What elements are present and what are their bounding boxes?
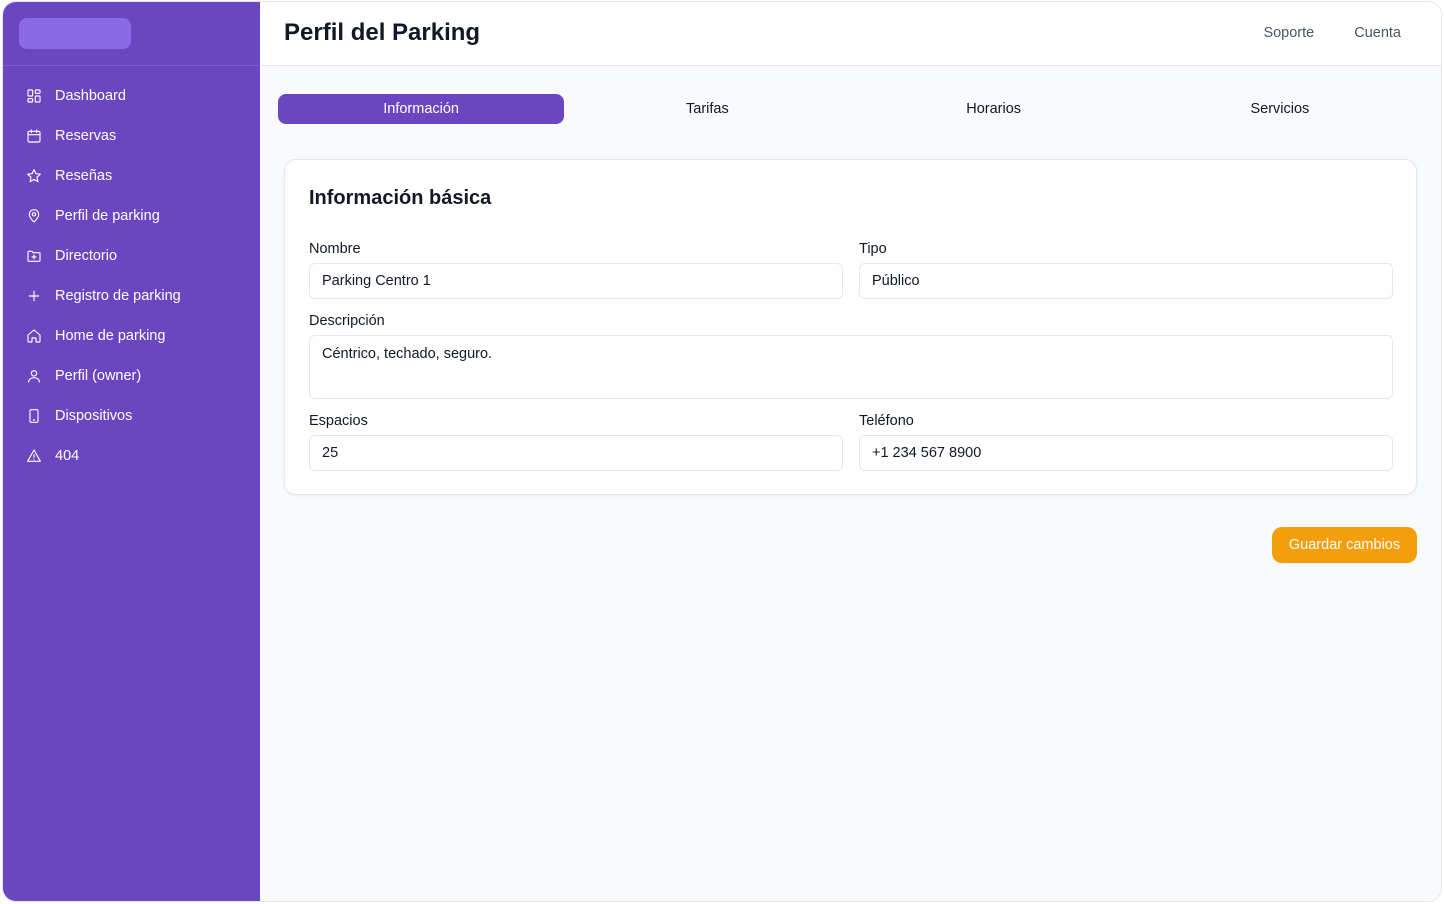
- tab-horarios[interactable]: Horarios: [851, 94, 1137, 124]
- sidebar-nav: Dashboard Reservas Reseñas Perfil de par…: [3, 66, 260, 476]
- card-title: Información básica: [309, 187, 492, 209]
- descripcion-label: Descripción: [309, 313, 385, 329]
- sidebar-item-dispositivos[interactable]: Dispositivos: [3, 396, 260, 436]
- sidebar-item-label: Directorio: [55, 248, 118, 264]
- sidebar-item-resenas[interactable]: Reseñas: [3, 156, 260, 196]
- home-icon: [25, 327, 43, 345]
- device-icon: [25, 407, 43, 425]
- espacios-input[interactable]: [309, 435, 843, 471]
- sidebar-brand: [3, 2, 260, 66]
- telefono-input[interactable]: [859, 435, 1393, 471]
- sidebar-item-perfil-parking[interactable]: Perfil de parking: [3, 196, 260, 236]
- sidebar-item-reservas[interactable]: Reservas: [3, 116, 260, 156]
- sidebar-item-label: 404: [55, 448, 80, 464]
- sidebar-item-label: Reservas: [55, 128, 117, 144]
- descripcion-textarea[interactable]: Céntrico, techado, seguro.: [309, 335, 1393, 399]
- sidebar-item-registro-parking[interactable]: Registro de parking: [3, 276, 260, 316]
- sidebar-item-dashboard[interactable]: Dashboard: [3, 76, 260, 116]
- sidebar-item-label: Perfil (owner): [55, 368, 142, 384]
- sidebar-item-404[interactable]: 404: [3, 436, 260, 476]
- espacios-label: Espacios: [309, 413, 368, 429]
- sidebar-item-label: Reseñas: [55, 168, 113, 184]
- tipo-label: Tipo: [859, 241, 887, 257]
- save-changes-button[interactable]: Guardar cambios: [1272, 527, 1417, 563]
- warning-icon: [25, 447, 43, 465]
- account-link[interactable]: Cuenta: [1354, 25, 1401, 41]
- sidebar-item-label: Dispositivos: [55, 408, 133, 424]
- user-icon: [25, 367, 43, 385]
- top-header: Perfil del Parking Soporte Cuenta: [260, 2, 1441, 66]
- map-pin-icon: [25, 207, 43, 225]
- telefono-label: Teléfono: [859, 413, 914, 429]
- dashboard-grid-icon: [25, 87, 43, 105]
- nombre-input[interactable]: [309, 263, 843, 299]
- sidebar-item-label: Dashboard: [55, 88, 126, 104]
- support-link[interactable]: Soporte: [1263, 25, 1314, 41]
- folder-plus-icon: [25, 247, 43, 265]
- tipo-input[interactable]: [859, 263, 1393, 299]
- sidebar-item-home-parking[interactable]: Home de parking: [3, 316, 260, 356]
- calendar-icon: [25, 127, 43, 145]
- tab-tarifas[interactable]: Tarifas: [564, 94, 850, 124]
- nombre-label: Nombre: [309, 241, 361, 257]
- profile-tabs: Información Tarifas Horarios Servicios: [278, 94, 1423, 124]
- sidebar-item-perfil-owner[interactable]: Perfil (owner): [3, 356, 260, 396]
- header-links: Soporte Cuenta: [1263, 25, 1401, 41]
- sidebar-item-label: Registro de parking: [55, 288, 181, 304]
- logo[interactable]: [19, 18, 131, 49]
- sidebar-item-label: Perfil de parking: [55, 208, 160, 224]
- app-window: Dashboard Reservas Reseñas Perfil de par…: [2, 1, 1442, 902]
- sidebar-item-directorio[interactable]: Directorio: [3, 236, 260, 276]
- star-icon: [25, 167, 43, 185]
- plus-icon: [25, 287, 43, 305]
- page-title: Perfil del Parking: [284, 19, 481, 46]
- basic-info-card: Información básica Nombre Tipo Descripci…: [284, 159, 1417, 495]
- sidebar: Dashboard Reservas Reseñas Perfil de par…: [3, 2, 260, 901]
- tab-servicios[interactable]: Servicios: [1137, 94, 1423, 124]
- sidebar-item-label: Home de parking: [55, 328, 166, 344]
- tab-informacion[interactable]: Información: [278, 94, 565, 124]
